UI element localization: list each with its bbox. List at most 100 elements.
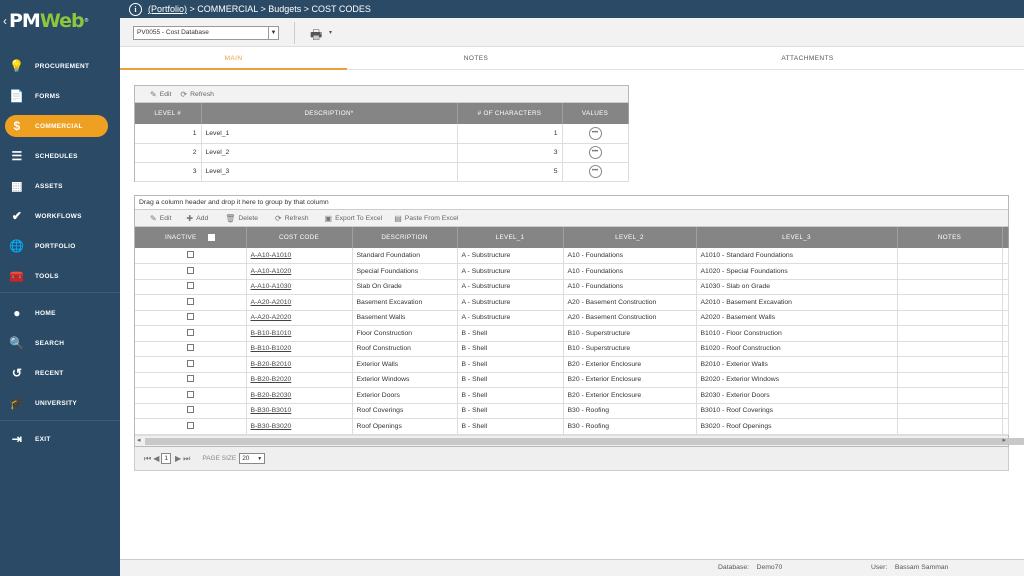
select-all-checkbox[interactable] [208,233,216,241]
cost-code-link[interactable]: A-A10-A1020 [251,268,292,275]
cost-code-link[interactable]: B-B30-B3020 [251,423,292,430]
cost-code-link[interactable]: A-A20-A2010 [251,299,292,306]
table-row[interactable]: 3 Level_3 5 ••• [135,162,629,182]
inactive-checkbox[interactable] [186,297,194,305]
scrollbar-thumb[interactable] [145,438,1024,445]
first-page-icon[interactable]: ⏮ [144,454,151,464]
sidebar-item-portfolio[interactable]: 🌐 PORTFOLIO [0,234,120,258]
edit-button[interactable]: ✎ Edit [150,90,171,99]
cost-code-link[interactable]: B-B20-B2010 [251,361,292,368]
sidebar-item-exit[interactable]: ⇥ EXIT [0,427,120,451]
tab-main[interactable]: MAIN [120,47,347,70]
group-drop-zone[interactable]: Drag a column header and drop it here to… [135,196,1008,210]
col-cost-code[interactable]: COST CODE [246,227,353,248]
cost-code-link[interactable]: B-B30-B3010 [251,407,292,414]
database-select[interactable]: PV0055 - Cost Database ▼ [133,26,279,40]
export-excel-button[interactable]: ▣ Export To Excel [325,214,383,223]
chevron-left-icon[interactable]: ‹ [3,14,7,28]
table-row[interactable]: A-A20-A2020 Basement Walls A - Substructur… [135,310,1009,326]
table-row[interactable]: 2 Level_2 3 ••• [135,143,629,163]
inactive-checkbox[interactable] [186,328,194,336]
sidebar-item-forms[interactable]: 📄 FORMS [0,84,120,108]
horizontal-scrollbar[interactable]: ◂ ▸ [135,435,1024,446]
sidebar-item-assets[interactable]: ▦ ASSETS [0,174,120,198]
table-row[interactable]: B-B10-B1010 Floor Construction B - Shell B1… [135,325,1009,342]
table-row[interactable]: B-B20-B2020 Exterior Windows B - Shell B20 … [135,372,1009,388]
table-row[interactable]: A-A10-A1030 Slab On Grade A - Substructure… [135,279,1009,295]
prev-page-icon[interactable]: ◀ [153,454,159,463]
cost-code-link[interactable]: A-A10-A1030 [251,283,292,290]
cost-code-link[interactable]: A-A20-A2020 [251,314,292,321]
refresh-button[interactable]: ⟳ Refresh [180,90,214,99]
sidebar-item-workflows[interactable]: ✔ WORKFLOWS [0,204,120,228]
breadcrumb-portfolio-link[interactable]: (Portfolio) [148,4,187,14]
sidebar-item-commercial[interactable]: $ COMMERCIAL [0,114,120,138]
add-button[interactable]: ✚ Add [186,214,208,223]
edit-button[interactable]: ✎ Edit [150,214,171,223]
col-values[interactable]: VALUES [562,103,629,124]
next-page-icon[interactable]: ▶ [175,454,181,463]
more-values-button[interactable]: ••• [588,146,602,159]
table-row[interactable]: A-A10-A1020 Special Foundations A - Substr… [135,263,1009,280]
table-row[interactable]: B-B20-B2030 Exterior Doors B - Shell B20 - … [135,387,1009,404]
dollar-icon: $ [13,119,21,133]
scroll-right-icon[interactable]: ▸ [1002,436,1006,444]
print-icon[interactable]: 🖶 [310,26,322,48]
cost-code-link[interactable]: B-B10-B1020 [251,345,292,352]
print-dropdown-icon[interactable]: ▾ [329,29,332,36]
table-row[interactable]: A-A10-A1010 Standard Foundation A - Substr… [135,248,1009,264]
notes-cell [897,279,1003,295]
cost-code-link[interactable]: A-A10-A1010 [251,252,292,259]
inactive-checkbox[interactable] [186,251,194,258]
inactive-checkbox[interactable] [186,421,194,429]
col-inactive[interactable]: INACTIVE [135,227,247,248]
more-values-button[interactable]: ••• [588,165,602,178]
sidebar-item-procurement[interactable]: 💡 PROCUREMENT [0,54,120,78]
sidebar-item-recent[interactable]: ↺ RECENT [0,361,120,385]
page-size-select[interactable]: 20 ▼ [239,453,266,464]
inactive-checkbox[interactable] [186,282,194,290]
description-cell: Slab On Grade [352,279,458,295]
col-description[interactable]: DESCRIPTION [352,227,458,248]
sidebar-item-tools[interactable]: 🧰 TOOLS [0,264,120,288]
tab-notes[interactable]: NOTES [347,47,605,70]
col-level-2[interactable]: LEVEL_2 [563,227,697,248]
table-row[interactable]: 1 Level_1 1 ••• [135,124,629,144]
scroll-left-icon[interactable]: ◂ [137,436,141,444]
pmweb-logo[interactable]: ‹ PMWeb ® [0,0,120,42]
cost-code-link[interactable]: B-B20-B2020 [251,376,292,383]
page-number[interactable]: 1 [161,453,171,464]
inactive-checkbox[interactable] [186,344,194,352]
chevron-down-icon[interactable]: ▼ [268,27,278,39]
table-row[interactable]: A-A20-A2010 Basement Excavation A - Substr… [135,294,1009,311]
col-level[interactable]: LEVEL # [135,103,202,124]
col-level-1[interactable]: LEVEL_1 [457,227,564,248]
inactive-checkbox[interactable] [186,359,194,367]
inactive-checkbox[interactable] [186,390,194,398]
tab-attachments[interactable]: ATTACHMENTS [605,47,1010,70]
table-row[interactable]: B-B30-B3010 Roof Coverings B - Shell B30 - … [135,403,1009,419]
cost-code-link[interactable]: B-B20-B2030 [251,392,292,399]
info-icon[interactable]: i [129,2,142,16]
sidebar-item-university[interactable]: 🎓 UNIVERSITY [0,391,120,415]
inactive-checkbox[interactable] [186,266,194,274]
sidebar-item-home[interactable]: ● HOME [0,301,120,325]
delete-button[interactable]: 🗑 Delete [225,214,258,223]
inactive-checkbox[interactable] [186,406,194,414]
table-row[interactable]: B-B30-B3020 Roof Openings B - Shell B30 - R… [135,418,1009,435]
col-level-3[interactable]: LEVEL_3 [696,227,898,248]
sidebar-item-search[interactable]: 🔍 SEARCH [0,331,120,355]
col-description[interactable]: DESCRIPTION* [201,103,458,124]
inactive-checkbox[interactable] [186,313,194,321]
paste-excel-button[interactable]: ▤ Paste From Excel [394,214,458,223]
col-characters[interactable]: # OF CHARACTERS [457,103,563,124]
col-notes[interactable]: NOTES [897,227,1003,248]
table-row[interactable]: B-B20-B2010 Exterior Walls B - Shell B20 - … [135,356,1009,373]
cost-code-link[interactable]: B-B10-B1010 [251,330,292,337]
more-values-button[interactable]: ••• [588,126,602,140]
table-row[interactable]: B-B10-B1020 Roof Construction B - Shell B10… [135,341,1009,357]
inactive-checkbox[interactable] [186,375,194,383]
sidebar-item-schedules[interactable]: ☰ SCHEDULES [0,144,120,168]
refresh-button[interactable]: ⟳ Refresh [275,214,309,223]
last-page-icon[interactable]: ⏭ [183,454,190,464]
